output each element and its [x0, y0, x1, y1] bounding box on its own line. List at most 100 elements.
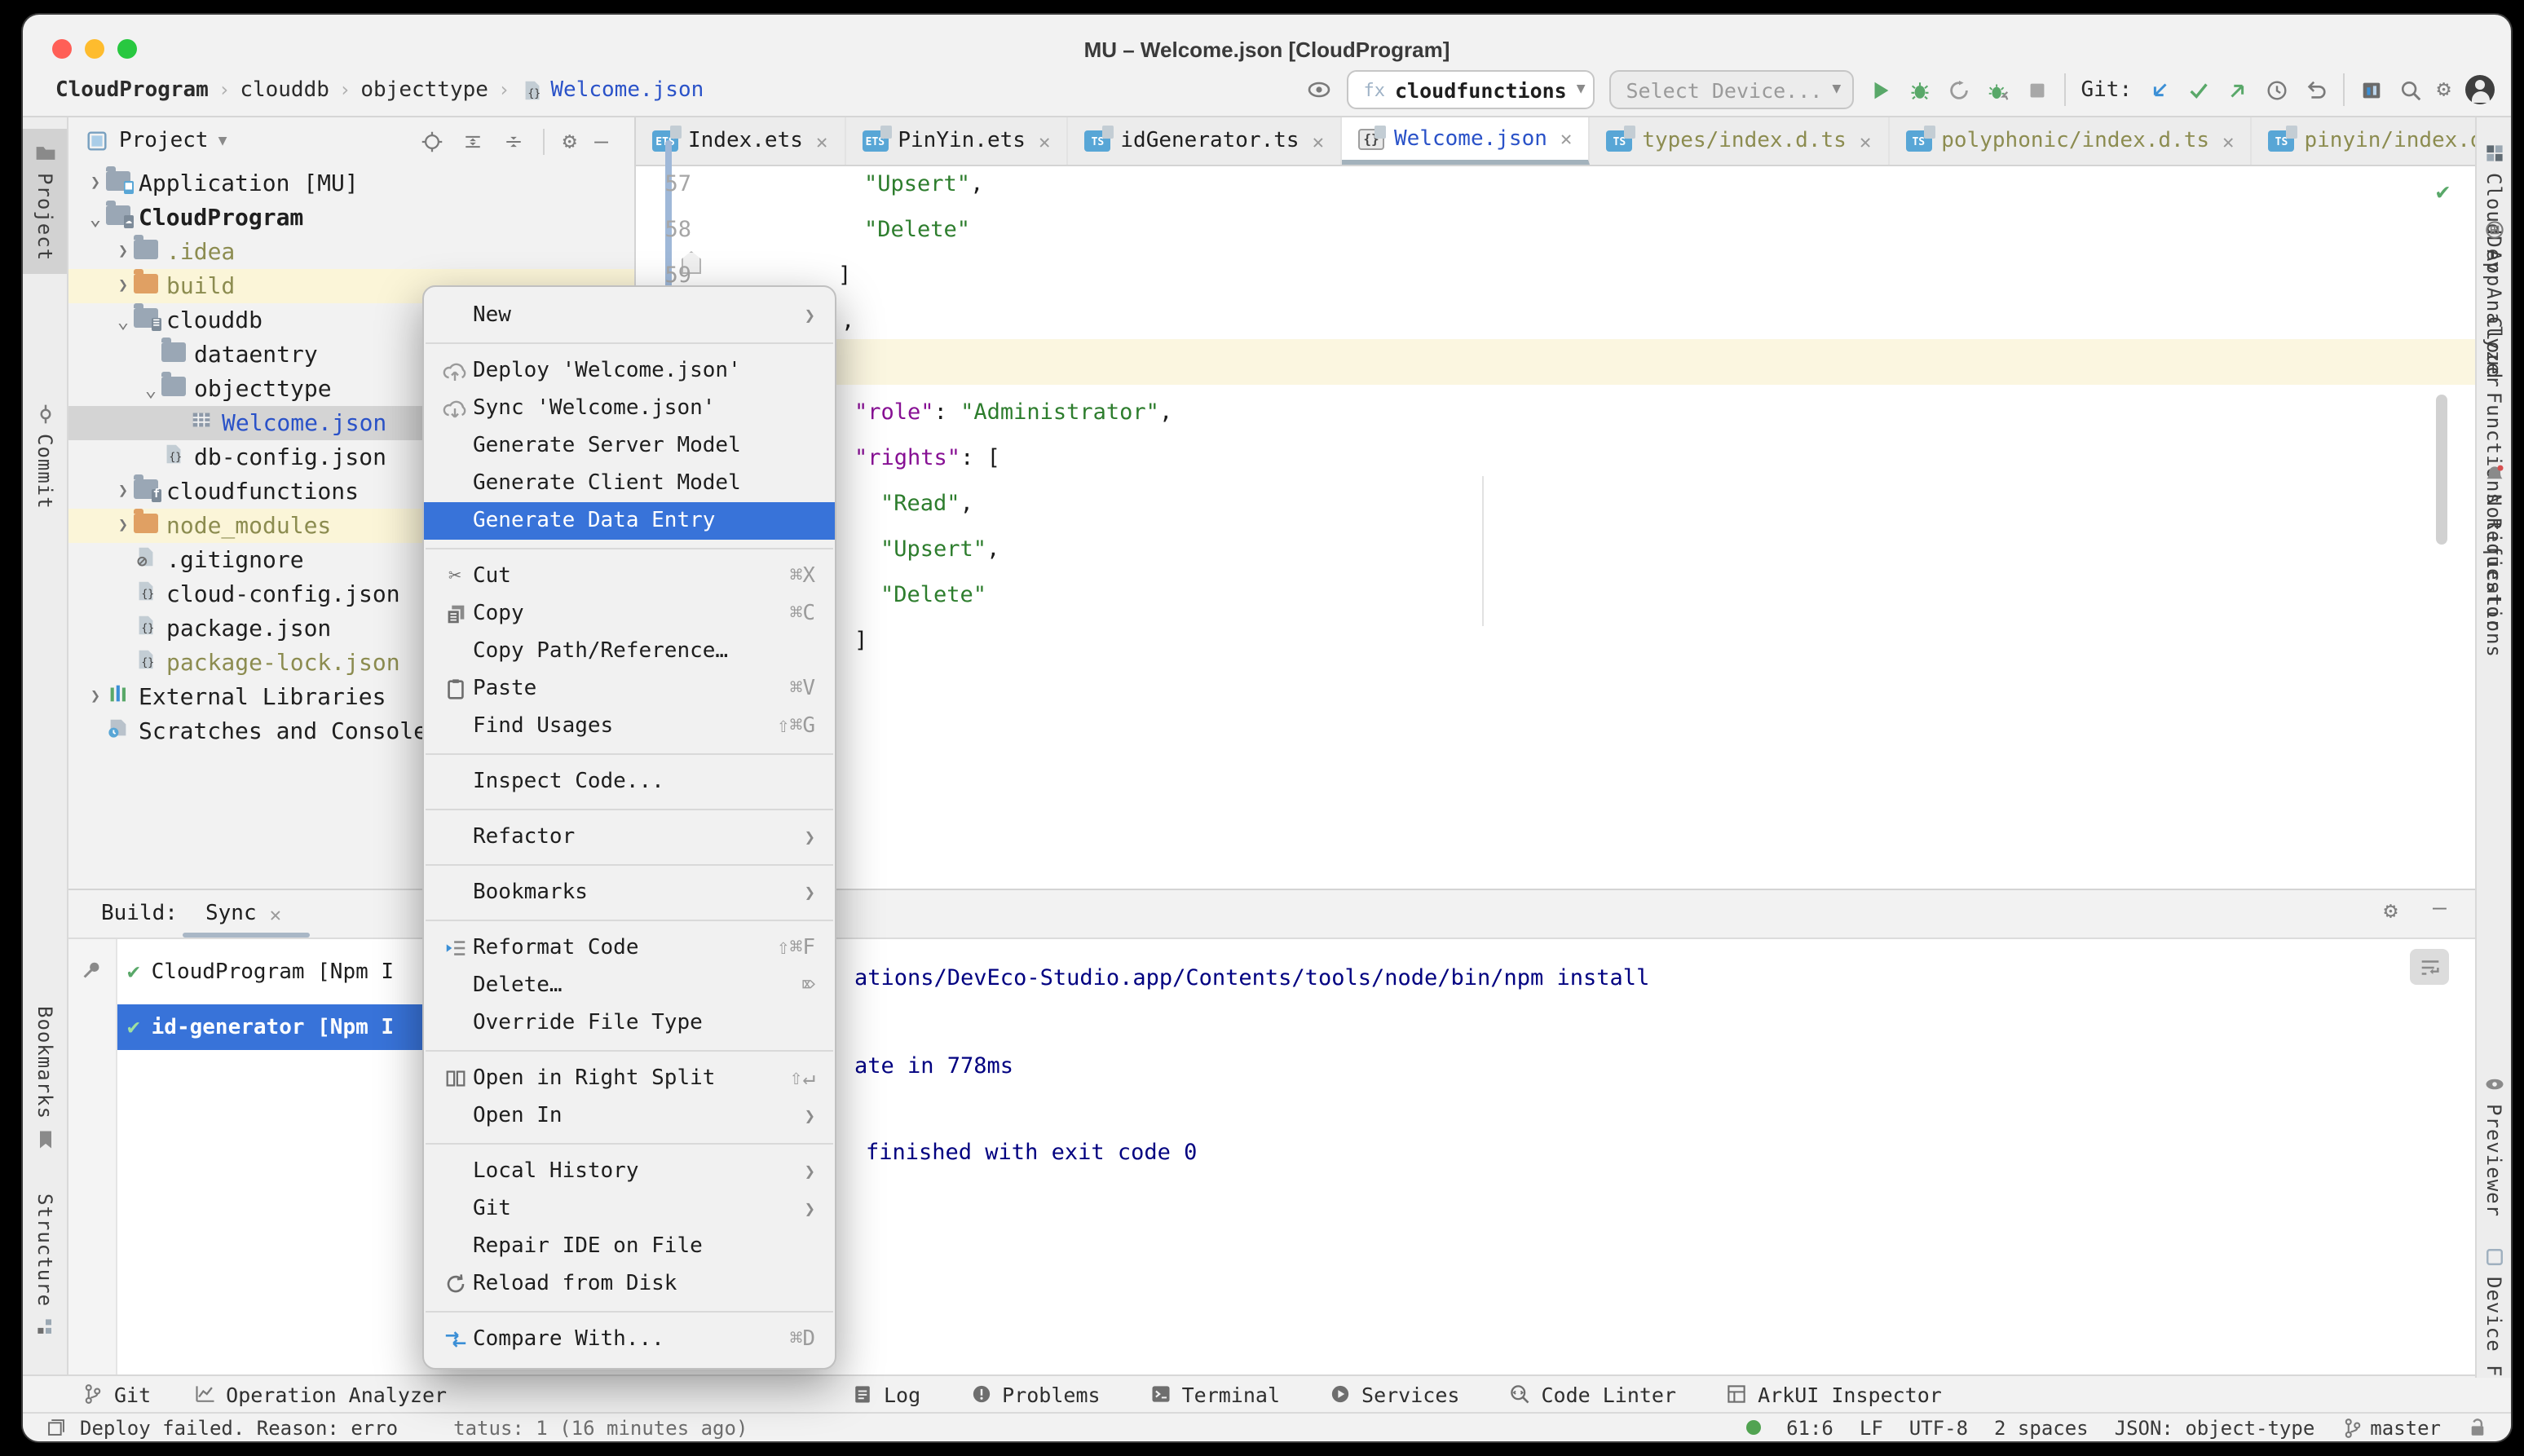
- chevron-down-icon[interactable]: ⌄: [85, 206, 106, 229]
- editor-surface[interactable]: "Upsert","Delete"],"role": "Administrato…: [636, 166, 2475, 889]
- attach-debugger-button[interactable]: [1987, 77, 2011, 102]
- menu-item-copy-path-reference[interactable]: Copy Path/Reference…: [424, 633, 835, 670]
- stripe-button-commit[interactable]: Commit: [23, 403, 67, 510]
- tree-item-application-mu-[interactable]: ❯■Application [MU]: [68, 166, 634, 201]
- stripe-button-bookmarks[interactable]: Bookmarks: [23, 1006, 67, 1150]
- menu-item-paste[interactable]: Paste⌘V: [424, 670, 835, 708]
- menu-item-deploy-welcome-json[interactable]: Deploy 'Welcome.json': [424, 352, 835, 390]
- menu-item-open-in-right-split[interactable]: Open in Right Split⇧↵: [424, 1060, 835, 1097]
- chevron-right-icon[interactable]: ❯: [85, 174, 106, 192]
- tab-idgenerator.ts[interactable]: TSidGenerator.ts✕: [1068, 117, 1342, 165]
- stripe-button-notifications[interactable]: Notifications: [2477, 463, 2511, 658]
- toolwindow-button-services[interactable]: Services: [1329, 1382, 1459, 1406]
- menu-item-reformat-code[interactable]: Reformat Code⇧⌘F: [424, 929, 835, 967]
- chevron-down-icon[interactable]: ⌄: [113, 309, 134, 332]
- chevron-down-icon[interactable]: ▼: [218, 133, 227, 149]
- breadcrumb-item[interactable]: objecttype: [360, 77, 488, 102]
- gear-icon[interactable]: ⚙: [2384, 900, 2398, 923]
- tab-welcome.json[interactable]: {}Welcome.json✕: [1342, 117, 1590, 165]
- pin-icon[interactable]: [80, 959, 104, 983]
- chevron-right-icon[interactable]: ❯: [85, 688, 106, 706]
- close-icon[interactable]: ✕: [1039, 130, 1050, 152]
- tab-polyphonic-index.d.ts[interactable]: TSpolyphonic/index.d.ts✕: [1889, 117, 2252, 165]
- git-commit-button[interactable]: [2186, 77, 2210, 102]
- settings-button[interactable]: ⚙: [2437, 78, 2451, 101]
- profile-button[interactable]: [1948, 77, 1972, 102]
- tree-item-.idea[interactable]: ❯.idea: [68, 235, 634, 269]
- inspections-ok-icon[interactable]: ✔: [2436, 179, 2450, 205]
- build-tab-sync[interactable]: Sync ✕: [205, 902, 281, 926]
- menu-item-open-in[interactable]: Open In❯: [424, 1097, 835, 1135]
- menu-item-local-history[interactable]: Local History❯: [424, 1153, 835, 1190]
- toolwindow-button-terminal[interactable]: Terminal: [1149, 1382, 1280, 1406]
- toolwindow-button-arkui-inspector[interactable]: ArkUI Inspector: [1725, 1382, 1942, 1406]
- file-encoding[interactable]: UTF-8: [1909, 1416, 1968, 1439]
- git-rollback-button[interactable]: [2303, 77, 2328, 102]
- close-icon[interactable]: ✕: [270, 902, 281, 925]
- toolwindow-button-problems[interactable]: Problems: [969, 1382, 1100, 1406]
- stop-button[interactable]: [2026, 77, 2050, 102]
- menu-item-delete[interactable]: Delete…⌦: [424, 967, 835, 1004]
- chevron-down-icon[interactable]: ⌄: [140, 377, 161, 400]
- search-everywhere-button[interactable]: [2398, 77, 2422, 102]
- menu-item-repair-ide-on-file[interactable]: Repair IDE on File: [424, 1228, 835, 1265]
- chevron-right-icon[interactable]: ❯: [113, 277, 134, 295]
- preview-eye-icon[interactable]: [1307, 77, 1333, 103]
- tab-types-index.d.ts[interactable]: TStypes/index.d.ts✕: [1590, 117, 1889, 165]
- run-configuration-select[interactable]: fx cloudfunctions ▼: [1348, 70, 1595, 109]
- hide-panel-icon[interactable]: —: [2433, 895, 2447, 921]
- device-select[interactable]: Select Device... ▼: [1610, 70, 1855, 109]
- close-icon[interactable]: ✕: [1860, 130, 1871, 152]
- menu-item-find-usages[interactable]: Find Usages⇧⌘G: [424, 708, 835, 745]
- collapse-all-icon[interactable]: [502, 130, 525, 152]
- close-icon[interactable]: ✕: [1560, 127, 1572, 150]
- indent-setting[interactable]: 2 spaces: [1994, 1416, 2089, 1439]
- avatar[interactable]: [2465, 75, 2495, 104]
- chevron-right-icon[interactable]: ❯: [113, 483, 134, 501]
- status-message[interactable]: Deploy failed. Reason: erro: [80, 1416, 398, 1439]
- menu-item-generate-data-entry[interactable]: Generate Data Entry: [424, 502, 835, 540]
- menu-item-compare-with[interactable]: Compare With...⌘D: [424, 1321, 835, 1358]
- soft-wrap-toggle[interactable]: [2410, 949, 2449, 985]
- menu-item-generate-server-model[interactable]: Generate Server Model: [424, 427, 835, 465]
- tree-item-cloudprogram[interactable]: ⌄☁CloudProgram: [68, 201, 634, 235]
- git-branch-widget[interactable]: master: [2341, 1416, 2441, 1439]
- git-history-button[interactable]: [2264, 77, 2288, 102]
- menu-item-override-file-type[interactable]: Override File Type: [424, 1004, 835, 1042]
- chevron-right-icon[interactable]: ❯: [113, 517, 134, 535]
- event-log-window-icon[interactable]: [46, 1417, 67, 1438]
- menu-item-copy[interactable]: Copy⌘C: [424, 595, 835, 633]
- debug-button[interactable]: [1908, 77, 1933, 102]
- tab-pinyin.ets[interactable]: ETSPinYin.ets✕: [845, 117, 1068, 165]
- changes-view-button[interactable]: [2359, 77, 2383, 102]
- git-update-button[interactable]: [2147, 77, 2171, 102]
- caret-position[interactable]: 61:6: [1786, 1416, 1833, 1439]
- file-type[interactable]: JSON: object-type: [2115, 1416, 2315, 1439]
- git-push-button[interactable]: [2225, 77, 2249, 102]
- menu-item-inspect-code[interactable]: Inspect Code...: [424, 763, 835, 801]
- build-row-1[interactable]: ✔CloudProgram [Npm I: [117, 949, 394, 995]
- menu-item-reload-from-disk[interactable]: Reload from Disk: [424, 1265, 835, 1303]
- menu-item-new[interactable]: New❯: [424, 297, 835, 334]
- chevron-right-icon[interactable]: ❯: [113, 243, 134, 261]
- toolwindow-button-operation-analyzer[interactable]: Operation Analyzer: [193, 1382, 447, 1406]
- menu-item-bookmarks[interactable]: Bookmarks❯: [424, 874, 835, 911]
- breadcrumb-item[interactable]: {}Welcome.json: [519, 77, 704, 102]
- menu-item-git[interactable]: Git❯: [424, 1190, 835, 1228]
- close-icon[interactable]: ✕: [2222, 130, 2234, 152]
- close-icon[interactable]: ✕: [816, 130, 827, 152]
- menu-item-refactor[interactable]: Refactor❯: [424, 818, 835, 856]
- gear-icon[interactable]: ⚙: [563, 130, 576, 152]
- toolwindow-button-git[interactable]: Git: [82, 1382, 151, 1406]
- stripe-button-previewer[interactable]: Previewer: [2477, 1073, 2511, 1217]
- breadcrumb-item[interactable]: CloudProgram: [55, 77, 209, 102]
- menu-item-generate-client-model[interactable]: Generate Client Model: [424, 465, 835, 502]
- stripe-button-structure[interactable]: Structure: [23, 1193, 67, 1338]
- close-icon[interactable]: ✕: [1313, 130, 1324, 152]
- menu-item-cut[interactable]: ✂Cut⌘X: [424, 558, 835, 595]
- run-button[interactable]: [1869, 77, 1894, 102]
- project-panel-title[interactable]: Project: [119, 129, 209, 153]
- editor-scrollbar[interactable]: [2436, 395, 2447, 545]
- toolwindow-button-code-linter[interactable]: Code Linter: [1508, 1382, 1676, 1406]
- stripe-button-device-f[interactable]: Device F: [2477, 1246, 2511, 1378]
